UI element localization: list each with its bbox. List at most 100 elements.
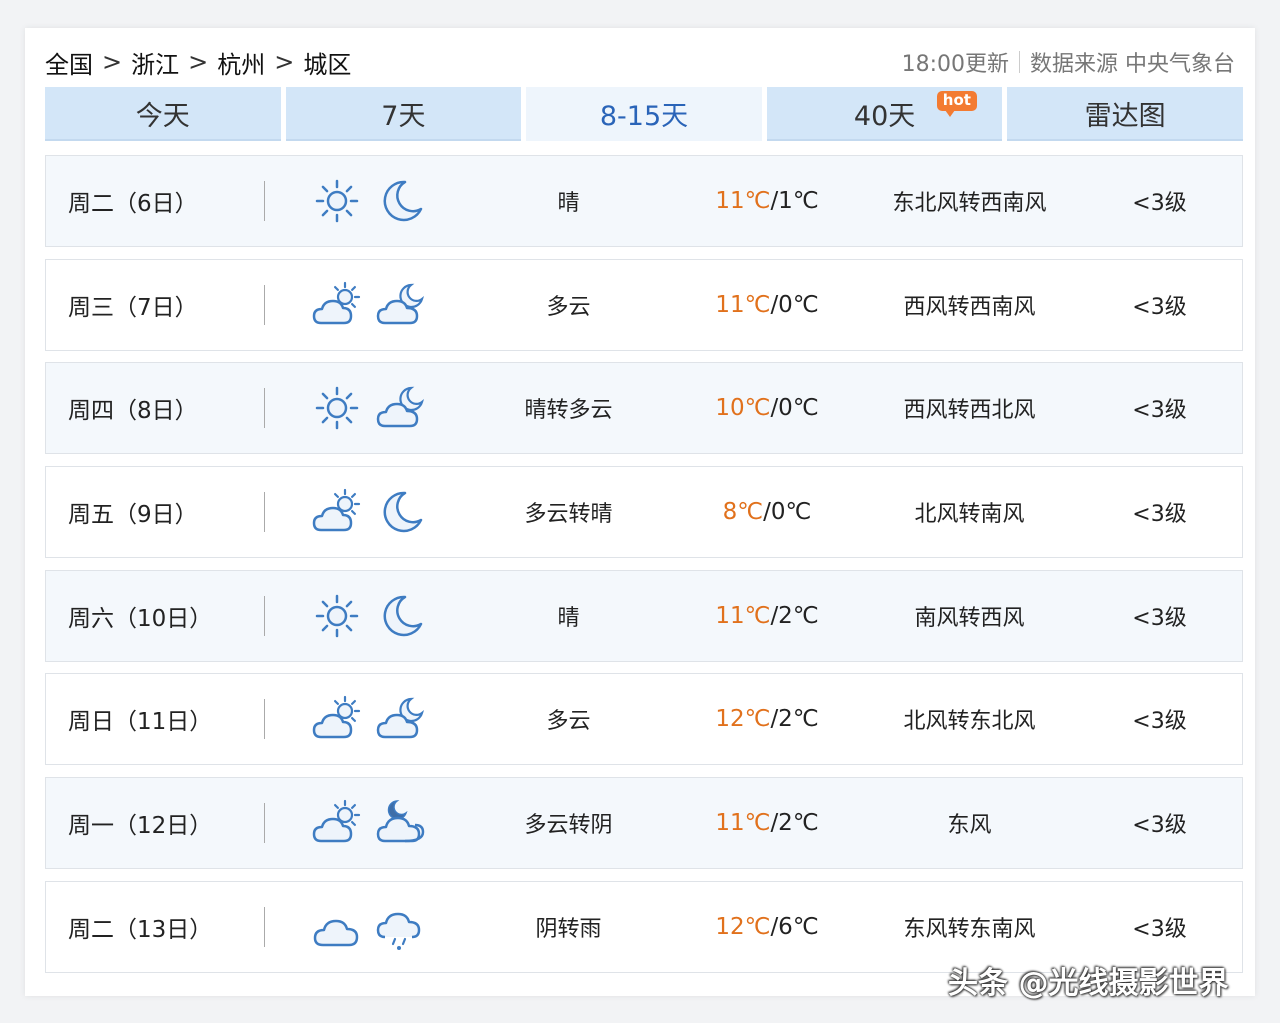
temperature: 8℃/0℃ — [672, 499, 862, 525]
day-label: 周一（12日） — [68, 813, 213, 840]
temperature: 11℃/2℃ — [672, 810, 862, 836]
weather-icons — [265, 279, 465, 331]
low-temp: /0℃ — [763, 499, 812, 526]
forecast-row: 周三（7日） 多云 11℃/0℃ 西风转西南风 <3级 — [45, 258, 1243, 351]
cloud-sun-icon — [311, 693, 363, 745]
low-temp: /6℃ — [770, 913, 819, 940]
weather-icons — [265, 486, 465, 538]
temperature: 12℃/2℃ — [672, 706, 862, 732]
wind-direction: 东风 — [947, 813, 992, 839]
moon-icon — [375, 590, 427, 642]
breadcrumb-separator: > — [274, 48, 295, 76]
cloud-sun-icon — [311, 486, 363, 538]
forecast-row: 周日（11日） 多云 12℃/2℃ 北风转东北风 <3级 — [45, 673, 1243, 766]
wind-direction: 东风转东南风 — [903, 916, 1036, 942]
high-temp: 11℃ — [715, 602, 771, 629]
day-label: 周五（9日） — [68, 502, 198, 529]
wind-level: <3级 — [1132, 398, 1187, 424]
breadcrumb-separator: > — [188, 48, 209, 76]
tab-today[interactable]: 今天 — [45, 87, 281, 141]
cloud-sun-icon — [311, 797, 363, 849]
weather-icons — [265, 901, 465, 953]
sun-icon — [311, 590, 363, 642]
hot-badge: hot — [936, 91, 977, 117]
condition-text: 多云 — [546, 294, 591, 320]
meta-divider — [1019, 51, 1020, 73]
wind-direction: 东北风转西南风 — [892, 191, 1047, 216]
overcast-moon-icon — [375, 797, 427, 849]
forecast-row: 周一（12日） 多云转阴 11℃/2℃ 东风 <3级 — [45, 777, 1243, 870]
cloud-moon-icon — [375, 279, 427, 331]
tab-radar[interactable]: 雷达图 — [1007, 87, 1243, 141]
tab-40-days[interactable]: 40天 hot — [766, 87, 1003, 141]
low-temp: /2℃ — [770, 706, 819, 733]
weather-panel: 全国 > 浙江 > 杭州 > 城区 18:00更新 数据来源 中央气象台 今天 … — [25, 28, 1255, 996]
tab-label: 今天 — [135, 100, 190, 132]
low-temp: /2℃ — [770, 810, 819, 837]
temperature: 10℃/0℃ — [672, 395, 862, 421]
tab-label: 7天 — [381, 100, 426, 132]
wind-direction: 北风转东北风 — [903, 709, 1036, 735]
weather-icons — [265, 797, 465, 849]
high-temp: 12℃ — [715, 706, 771, 733]
wind-level: <3级 — [1132, 605, 1187, 631]
cloud-moon-icon — [375, 693, 427, 745]
forecast-row: 周六（10日） 晴 11℃/2℃ 南风转西风 <3级 — [45, 569, 1243, 662]
tab-label: 雷达图 — [1084, 100, 1166, 132]
breadcrumb-city[interactable]: 杭州 — [217, 45, 265, 80]
weather-icons — [265, 693, 465, 745]
wind-direction: 南风转西风 — [914, 605, 1025, 631]
breadcrumb-country[interactable]: 全国 — [45, 45, 93, 80]
condition-text: 多云转阴 — [524, 813, 613, 839]
moon-icon — [375, 486, 427, 538]
high-temp: 12℃ — [715, 913, 771, 940]
high-temp: 10℃ — [715, 395, 771, 422]
weather-icons — [265, 382, 465, 434]
day-label: 周日（11日） — [68, 709, 213, 736]
condition-text: 晴 — [557, 605, 580, 631]
forecast-tabs: 今天 7天 8-15天 40天 hot 雷达图 — [45, 87, 1243, 141]
breadcrumb-district: 城区 — [303, 50, 352, 79]
low-temp: /2℃ — [770, 602, 819, 629]
breadcrumb-separator: > — [102, 48, 123, 76]
wind-level: <3级 — [1132, 916, 1187, 942]
breadcrumb-province[interactable]: 浙江 — [131, 45, 179, 80]
wind-level: <3级 — [1132, 813, 1187, 839]
condition-text: 多云 — [546, 709, 591, 735]
tab-8-15-days[interactable]: 8-15天 — [526, 87, 762, 141]
high-temp: 11℃ — [715, 810, 771, 837]
tab-label: 40天 — [853, 100, 916, 132]
day-label: 周三（7日） — [68, 294, 198, 321]
tab-7-days[interactable]: 7天 — [285, 87, 522, 141]
wind-direction: 西风转西南风 — [903, 294, 1036, 320]
forecast-row: 周四（8日） 晴转多云 10℃/0℃ 西风转西北风 <3级 — [45, 362, 1243, 455]
temperature: 11℃/2℃ — [672, 603, 862, 629]
day-label: 周二（13日） — [68, 916, 213, 943]
cloud-sun-icon — [311, 279, 363, 331]
breadcrumb: 全国 > 浙江 > 杭州 > 城区 — [45, 45, 351, 80]
temperature: 11℃/1℃ — [672, 188, 862, 214]
update-time: 18:00更新 — [901, 52, 1009, 77]
day-label: 周六（10日） — [68, 605, 213, 632]
weather-icons — [265, 590, 465, 642]
forecast-row: 周二（6日） 晴 11℃/1℃ 东北风转西南风 <3级 — [45, 155, 1243, 247]
watermark: 头条 @光线摄影世界 — [948, 966, 1229, 1001]
overcast-icon — [311, 901, 363, 953]
wind-level: <3级 — [1132, 294, 1187, 320]
condition-text: 晴 — [557, 191, 580, 216]
wind-level: <3级 — [1132, 191, 1187, 216]
tab-label: 8-15天 — [599, 100, 689, 132]
top-bar: 全国 > 浙江 > 杭州 > 城区 18:00更新 数据来源 中央气象台 — [45, 44, 1235, 80]
temperature: 12℃/6℃ — [672, 914, 862, 940]
condition-text: 晴转多云 — [524, 398, 613, 424]
condition-text: 阴转雨 — [535, 916, 602, 942]
forecast-row: 周五（9日） 多云转晴 8℃/0℃ 北风转南风 <3级 — [45, 466, 1243, 559]
high-temp: 11℃ — [715, 291, 771, 318]
wind-direction: 西风转西北风 — [903, 398, 1036, 424]
high-temp: 11℃ — [715, 188, 771, 214]
wind-direction: 北风转南风 — [914, 502, 1025, 528]
wind-level: <3级 — [1132, 502, 1187, 528]
day-label: 周二（6日） — [68, 191, 198, 217]
low-temp: /1℃ — [770, 188, 819, 214]
low-temp: /0℃ — [770, 395, 819, 422]
